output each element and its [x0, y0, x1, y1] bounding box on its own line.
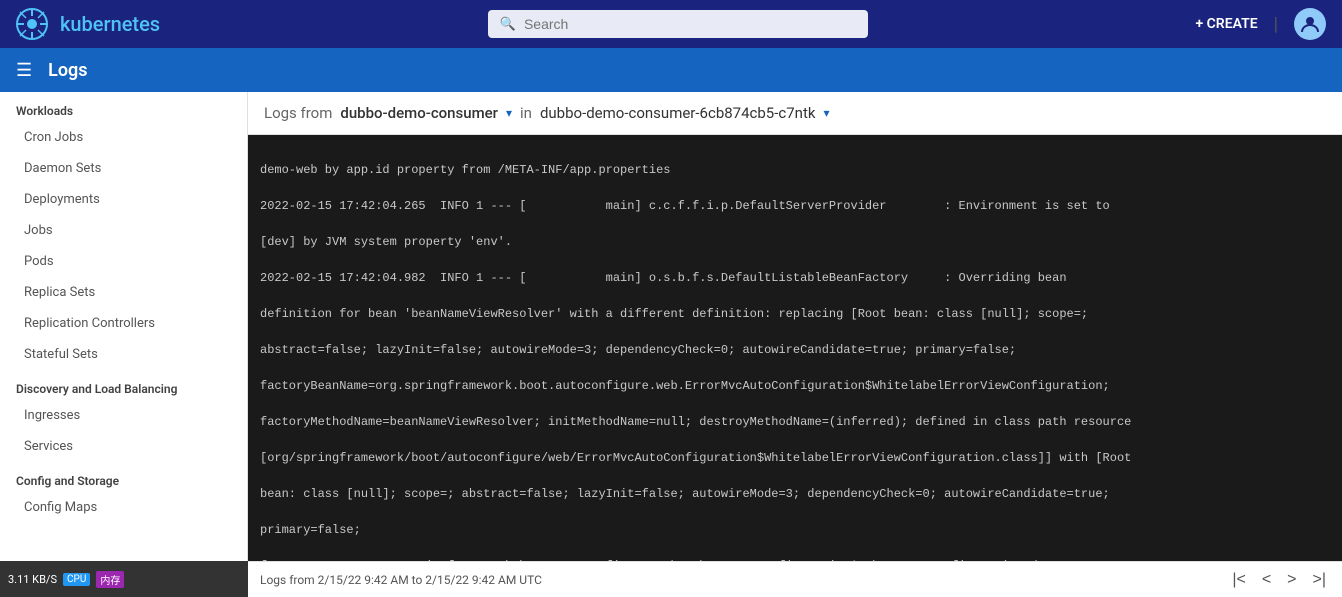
create-button[interactable]: + CREATE	[1195, 16, 1257, 32]
search-input[interactable]	[524, 16, 856, 32]
user-avatar[interactable]	[1294, 8, 1326, 40]
cpu-label: CPU	[63, 573, 90, 586]
content-area: Logs from dubbo-demo-consumer ▾ in dubbo…	[248, 92, 1342, 597]
log-line-3: 2022-02-15 17:42:04.982 INFO 1 --- [ mai…	[260, 269, 1330, 287]
log-line-8: [org/springframework/boot/autoconfigure/…	[260, 449, 1330, 467]
sidebar-item-stateful-sets[interactable]: Stateful Sets	[0, 339, 247, 370]
kubernetes-logo	[16, 8, 48, 40]
log-pod-dropdown[interactable]: ▾	[823, 106, 829, 120]
navbar-right: + CREATE |	[1195, 8, 1326, 40]
nav-prev-button[interactable]: <	[1258, 569, 1275, 591]
log-source-name: dubbo-demo-consumer	[340, 104, 498, 122]
mem-label: 内存	[96, 571, 124, 588]
log-line-1: 2022-02-15 17:42:04.265 INFO 1 --- [ mai…	[260, 197, 1330, 215]
log-range-text: Logs from 2/15/22 9:42 AM to 2/15/22 9:4…	[260, 573, 542, 587]
sidebar-item-ingresses[interactable]: Ingresses	[0, 400, 247, 431]
nav-next-button[interactable]: >	[1283, 569, 1300, 591]
page-header: ☰ Logs	[0, 48, 1342, 92]
log-line-7: factoryMethodName=beanNameViewResolver; …	[260, 413, 1330, 431]
divider: |	[1274, 14, 1278, 35]
sidebar-section-workloads: Workloads	[0, 92, 247, 122]
log-line-6: factoryBeanName=org.springframework.boot…	[260, 377, 1330, 395]
status-bar: Logs from 2/15/22 9:42 AM to 2/15/22 9:4…	[248, 561, 1342, 597]
sidebar-item-pods[interactable]: Pods	[0, 246, 247, 277]
resource-indicator: 3.11 KB/S CPU 内存	[0, 561, 248, 597]
menu-icon[interactable]: ☰	[16, 60, 32, 81]
sidebar-item-config-maps[interactable]: Config Maps	[0, 492, 247, 523]
search-icon: 🔍	[500, 17, 516, 32]
nav-first-button[interactable]: |<	[1228, 569, 1250, 591]
search-bar[interactable]: 🔍	[488, 10, 868, 38]
log-line-9: bean: class [null]; scope=; abstract=fal…	[260, 485, 1330, 503]
logs-from-prefix: Logs from	[264, 104, 332, 122]
log-header: Logs from dubbo-demo-consumer ▾ in dubbo…	[248, 92, 1342, 135]
sidebar: Workloads Cron Jobs Daemon Sets Deployme…	[0, 92, 248, 597]
log-line-4: definition for bean 'beanNameViewResolve…	[260, 305, 1330, 323]
log-source-dropdown[interactable]: ▾	[506, 106, 512, 120]
status-bar-right: |< < > >|	[1228, 569, 1330, 591]
main-layout: Workloads Cron Jobs Daemon Sets Deployme…	[0, 92, 1342, 597]
nav-last-button[interactable]: >|	[1309, 569, 1331, 591]
sidebar-item-services[interactable]: Services	[0, 431, 247, 462]
page-title: Logs	[48, 60, 87, 81]
sidebar-item-replication-controllers[interactable]: Replication Controllers	[0, 308, 247, 339]
sidebar-item-deployments[interactable]: Deployments	[0, 184, 247, 215]
sidebar-item-replica-sets[interactable]: Replica Sets	[0, 277, 247, 308]
sidebar-section-discovery: Discovery and Load Balancing	[0, 370, 247, 400]
log-line-5: abstract=false; lazyInit=false; autowire…	[260, 341, 1330, 359]
app-title: kubernetes	[60, 12, 160, 36]
status-bar-left: Logs from 2/15/22 9:42 AM to 2/15/22 9:4…	[260, 573, 542, 587]
user-icon	[1300, 14, 1320, 34]
navbar: kubernetes 🔍 + CREATE |	[0, 0, 1342, 48]
log-in-text: in	[520, 104, 532, 122]
sidebar-item-cron-jobs[interactable]: Cron Jobs	[0, 122, 247, 153]
sidebar-item-daemon-sets[interactable]: Daemon Sets	[0, 153, 247, 184]
network-speed: 3.11 KB/S	[8, 573, 57, 586]
log-line-2: [dev] by JVM system property 'env'.	[260, 233, 1330, 251]
log-body[interactable]: demo-web by app.id property from /META-I…	[248, 135, 1342, 561]
log-pod-name: dubbo-demo-consumer-6cb874cb5-c7ntk	[540, 104, 816, 122]
log-line-10: primary=false;	[260, 521, 1330, 539]
log-line-0: demo-web by app.id property from /META-I…	[260, 161, 1330, 179]
sidebar-item-jobs[interactable]: Jobs	[0, 215, 247, 246]
sidebar-section-config: Config and Storage	[0, 462, 247, 492]
